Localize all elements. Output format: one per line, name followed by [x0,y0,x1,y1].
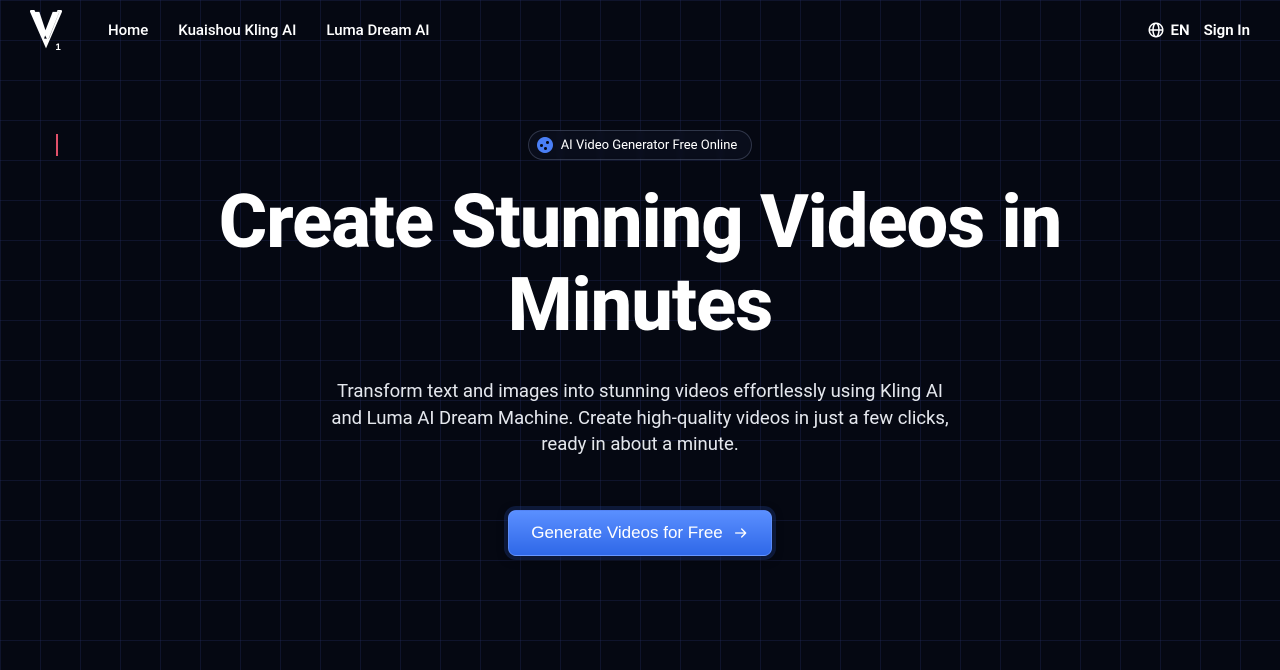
globe-icon [1147,21,1165,39]
svg-text:1: 1 [56,42,62,50]
header-right: EN Sign In [1147,21,1250,39]
nav-kling-ai[interactable]: Kuaishou Kling AI [178,21,296,39]
sign-in-link[interactable]: Sign In [1204,21,1250,39]
generate-videos-button[interactable]: Generate Videos for Free [508,510,772,556]
cta-label: Generate Videos for Free [531,523,723,543]
main-nav: Home Kuaishou Kling AI Luma Dream AI [108,21,430,39]
hero-subtitle: Transform text and images into stunning … [320,378,960,458]
language-selector[interactable]: EN [1147,21,1190,39]
film-reel-icon [537,137,553,153]
nav-home[interactable]: Home [108,21,148,39]
hero-badge-label: AI Video Generator Free Online [561,138,738,153]
hero-title: Create Stunning Videos in Minutes [150,182,1130,348]
hero-badge: AI Video Generator Free Online [528,130,753,160]
nav-luma-dream[interactable]: Luma Dream AI [326,21,429,39]
main-header: 1 Home Kuaishou Kling AI Luma Dream AI E… [0,0,1280,60]
arrow-right-icon [733,525,749,541]
language-label: EN [1171,21,1190,39]
logo[interactable]: 1 [30,10,62,50]
hero-section: AI Video Generator Free Online Create St… [0,60,1280,556]
